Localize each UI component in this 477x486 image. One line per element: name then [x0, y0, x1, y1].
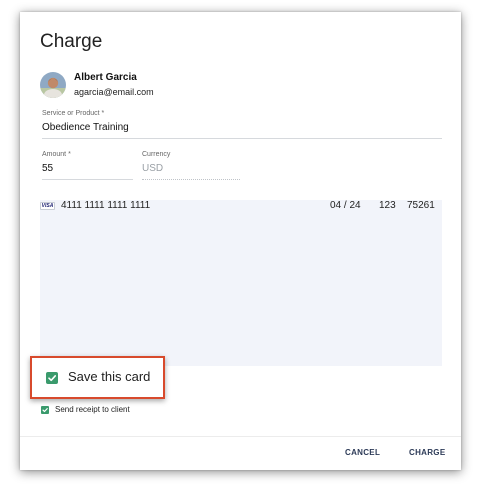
send-receipt-checkbox[interactable] — [41, 405, 49, 414]
client-email: agarcia@email.com — [74, 87, 154, 97]
dialog-title: Charge — [40, 31, 103, 52]
charge-button[interactable]: CHARGE — [409, 448, 445, 457]
card-number-input[interactable]: 4111 1111 1111 1111 — [61, 200, 150, 211]
checkmark-icon — [42, 407, 48, 412]
save-card-callout: Save this card — [30, 356, 165, 399]
card-cvc-input[interactable]: 123 — [379, 200, 396, 211]
checkmark-icon — [48, 375, 56, 382]
currency-label: Currency — [142, 151, 171, 158]
service-field[interactable]: Service or Product * Obedience Training — [42, 109, 442, 139]
footer-divider — [20, 436, 461, 437]
card-zip-input[interactable]: 75261 — [407, 200, 435, 211]
card-details-row[interactable]: VISA 4111 1111 1111 1111 04 / 24 123 752… — [40, 200, 442, 216]
charge-dialog: Charge Albert Garcia agarcia@email.com S… — [20, 12, 461, 470]
amount-field[interactable]: Amount * 55 — [42, 150, 133, 180]
send-receipt-option[interactable]: Send receipt to client — [41, 405, 130, 414]
amount-input[interactable]: 55 — [42, 162, 133, 179]
card-entry-area[interactable]: VISA 4111 1111 1111 1111 04 / 24 123 752… — [40, 200, 442, 366]
client-info: Albert Garcia agarcia@email.com — [40, 71, 154, 99]
save-card-checkbox[interactable] — [46, 372, 58, 384]
currency-field: Currency USD — [142, 150, 240, 180]
service-input[interactable]: Obedience Training — [42, 121, 442, 138]
save-card-label[interactable]: Save this card — [68, 369, 150, 384]
visa-icon: VISA — [40, 202, 55, 210]
send-receipt-label[interactable]: Send receipt to client — [55, 405, 130, 414]
amount-label: Amount * — [42, 151, 71, 158]
avatar — [40, 72, 66, 98]
card-expiry-input[interactable]: 04 / 24 — [330, 200, 361, 211]
service-label: Service or Product * — [42, 110, 105, 117]
client-name: Albert Garcia — [74, 72, 137, 83]
cancel-button[interactable]: CANCEL — [345, 448, 380, 457]
currency-value: USD — [142, 163, 164, 174]
